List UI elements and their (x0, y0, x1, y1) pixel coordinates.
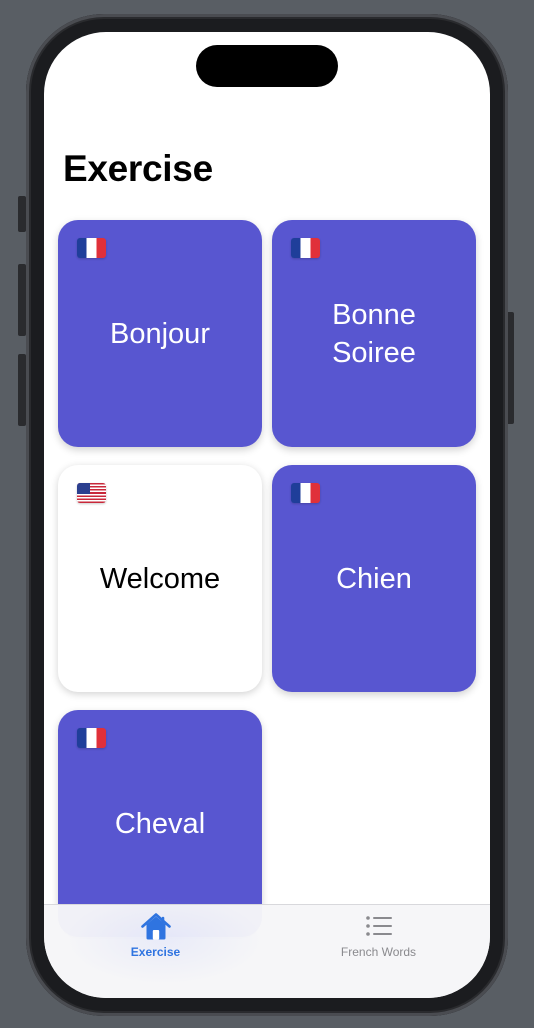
volume-down-button (18, 354, 26, 426)
card-word: Bonne Soiree (332, 298, 416, 369)
word-card-chien[interactable]: Chien (272, 465, 476, 692)
tab-exercise[interactable]: Exercise (44, 905, 267, 965)
word-card-bonjour[interactable]: Bonjour (58, 220, 262, 447)
device-stage: Exercise Bonjour Bonne Soiree Welcome Ch… (0, 0, 534, 1028)
word-card-bonne-soiree[interactable]: Bonne Soiree (272, 220, 476, 447)
card-word: Chien (336, 562, 412, 595)
house-icon (141, 913, 171, 940)
action-button (18, 196, 26, 232)
tab-label: Exercise (130, 945, 181, 959)
dynamic-island (196, 45, 338, 87)
tab-bar: Exercise French Words (44, 895, 490, 998)
tab-french-words[interactable]: French Words (267, 905, 490, 965)
card-word: Welcome (99, 562, 221, 595)
volume-up-button (18, 264, 26, 336)
tab-label: French Words (340, 945, 417, 959)
page-title: Exercise (63, 148, 213, 189)
list-icon (366, 916, 392, 936)
word-card-welcome[interactable]: Welcome (58, 465, 262, 692)
app-screen: Exercise Bonjour Bonne Soiree Welcome Ch… (44, 32, 490, 998)
card-word: Bonjour (110, 317, 210, 350)
